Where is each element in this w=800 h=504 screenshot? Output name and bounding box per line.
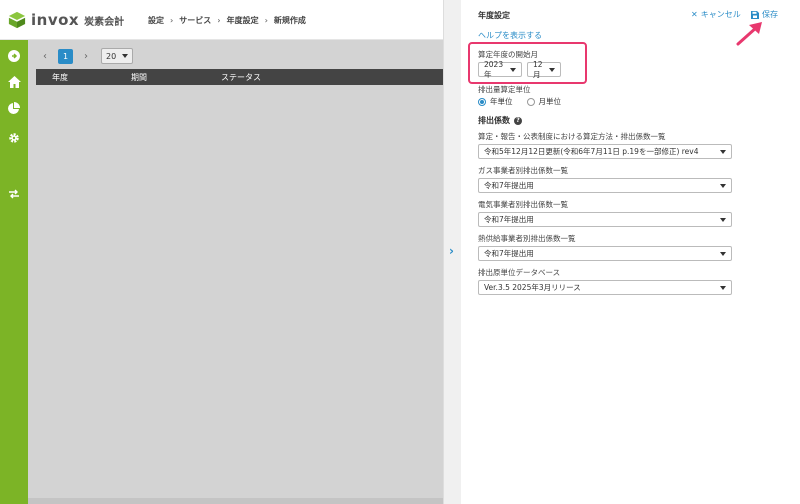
settings-panel: 年度設定 ✕ キャンセル 保存 ヘルプを表示する 算定年度の開始月 2023年 … <box>461 0 800 504</box>
cancel-button[interactable]: ✕ キャンセル <box>691 9 741 20</box>
app-logo[interactable]: invox 炭素会計 <box>8 11 124 29</box>
logo-text: invox <box>31 11 80 29</box>
caret-down-icon <box>720 217 726 222</box>
caret-down-icon <box>720 285 726 290</box>
page-size-select[interactable]: 20 <box>101 48 133 64</box>
arrow-circle-icon[interactable] <box>6 48 22 64</box>
cancel-label: キャンセル <box>700 10 741 19</box>
field-label: 電気事業者別排出係数一覧 <box>478 200 568 209</box>
year-select[interactable]: 2023年 <box>478 59 522 79</box>
electric-factor-select[interactable]: 令和7年提出用 <box>478 212 732 227</box>
emission-db-select[interactable]: Ver.3.5 2025年3月リリース <box>478 280 732 295</box>
scrollbar-track[interactable] <box>28 498 443 504</box>
unit-label: 排出量算定単位 <box>478 85 531 94</box>
main-content: ‹ 1 › 20 年度 期間 ステータス <box>28 40 443 504</box>
logo-cube-icon <box>8 11 26 29</box>
column-header-year[interactable]: 年度 <box>52 72 68 83</box>
breadcrumb-item-settings[interactable]: 設定 <box>148 15 164 26</box>
chevron-right-icon: › <box>449 244 454 258</box>
pagination: ‹ 1 › 20 <box>36 48 133 64</box>
calc-method-value: 令和5年12月12日更新(令和6年7月11日 p.19を一部修正) rev4 <box>484 147 699 156</box>
page-number-button[interactable]: 1 <box>58 48 73 64</box>
radio-monthly-label[interactable]: 月単位 <box>539 96 562 107</box>
radio-yearly-label[interactable]: 年単位 <box>490 96 513 107</box>
breadcrumb-item-fiscal-year[interactable]: 年度設定 <box>227 15 259 26</box>
sidebar <box>0 40 28 504</box>
prev-page-button[interactable]: ‹ <box>36 48 54 64</box>
home-icon[interactable] <box>6 74 22 90</box>
calc-method-select[interactable]: 令和5年12月12日更新(令和6年7月11日 p.19を一部修正) rev4 <box>478 144 732 159</box>
radio-yearly[interactable] <box>478 97 486 106</box>
save-button[interactable]: 保存 <box>751 9 778 20</box>
caret-down-icon <box>720 149 726 154</box>
panel-title: 年度設定 <box>478 11 510 20</box>
gas-factor-value: 令和7年提出用 <box>484 181 534 190</box>
table-header: 年度 期間 ステータス <box>36 69 443 85</box>
field-label: 算定・報告・公表制度における算定方法・排出係数一覧 <box>478 132 666 141</box>
field-label: 熱供給事業者別排出係数一覧 <box>478 234 576 243</box>
exchange-icon[interactable] <box>6 186 22 202</box>
chevron-right-icon: › <box>217 16 221 25</box>
emission-factor-title: 排出係数 <box>478 116 510 125</box>
caret-down-icon <box>720 251 726 256</box>
chevron-right-icon: › <box>170 16 174 25</box>
floppy-disk-icon <box>751 10 759 19</box>
caret-down-icon <box>122 54 128 58</box>
caret-down-icon <box>720 183 726 188</box>
year-select-value: 2023年 <box>484 59 504 79</box>
drawer-toggle[interactable]: › <box>443 0 461 504</box>
help-link[interactable]: ヘルプを表示する <box>478 30 542 41</box>
breadcrumb-item-service[interactable]: サービス <box>179 15 211 26</box>
heat-factor-value: 令和7年提出用 <box>484 249 534 258</box>
radio-monthly[interactable] <box>526 97 535 106</box>
heat-factor-select[interactable]: 令和7年提出用 <box>478 246 732 261</box>
gas-factor-select[interactable]: 令和7年提出用 <box>478 178 732 193</box>
caret-down-icon <box>549 67 555 72</box>
month-select-value: 12月 <box>533 59 543 79</box>
field-label: 排出原単位データベース <box>478 268 561 277</box>
gear-icon[interactable] <box>6 130 22 146</box>
logo-product: 炭素会計 <box>84 16 125 28</box>
unit-radio-group: 年単位 月単位 <box>478 96 561 107</box>
electric-factor-value: 令和7年提出用 <box>484 215 534 224</box>
column-header-period[interactable]: 期間 <box>131 72 147 83</box>
emission-factor-heading: 排出係数 ? <box>478 115 522 126</box>
field-label: ガス事業者別排出係数一覧 <box>478 166 568 175</box>
breadcrumb: 設定 › サービス › 年度設定 › 新規作成 <box>148 15 306 26</box>
pie-chart-icon[interactable] <box>6 100 22 116</box>
annotation-arrow-icon <box>736 22 762 46</box>
close-icon: ✕ <box>691 10 698 19</box>
page-size-value: 20 <box>106 51 117 61</box>
month-select[interactable]: 12月 <box>527 59 561 79</box>
start-month-label: 算定年度の開始月 <box>478 50 538 59</box>
column-header-status[interactable]: ステータス <box>221 72 261 83</box>
next-page-button[interactable]: › <box>77 48 95 64</box>
caret-down-icon <box>510 67 516 72</box>
emission-db-value: Ver.3.5 2025年3月リリース <box>484 283 581 292</box>
chevron-right-icon: › <box>264 16 268 25</box>
save-label: 保存 <box>762 10 778 19</box>
question-icon[interactable]: ? <box>514 116 522 125</box>
breadcrumb-item-new: 新規作成 <box>273 16 306 25</box>
